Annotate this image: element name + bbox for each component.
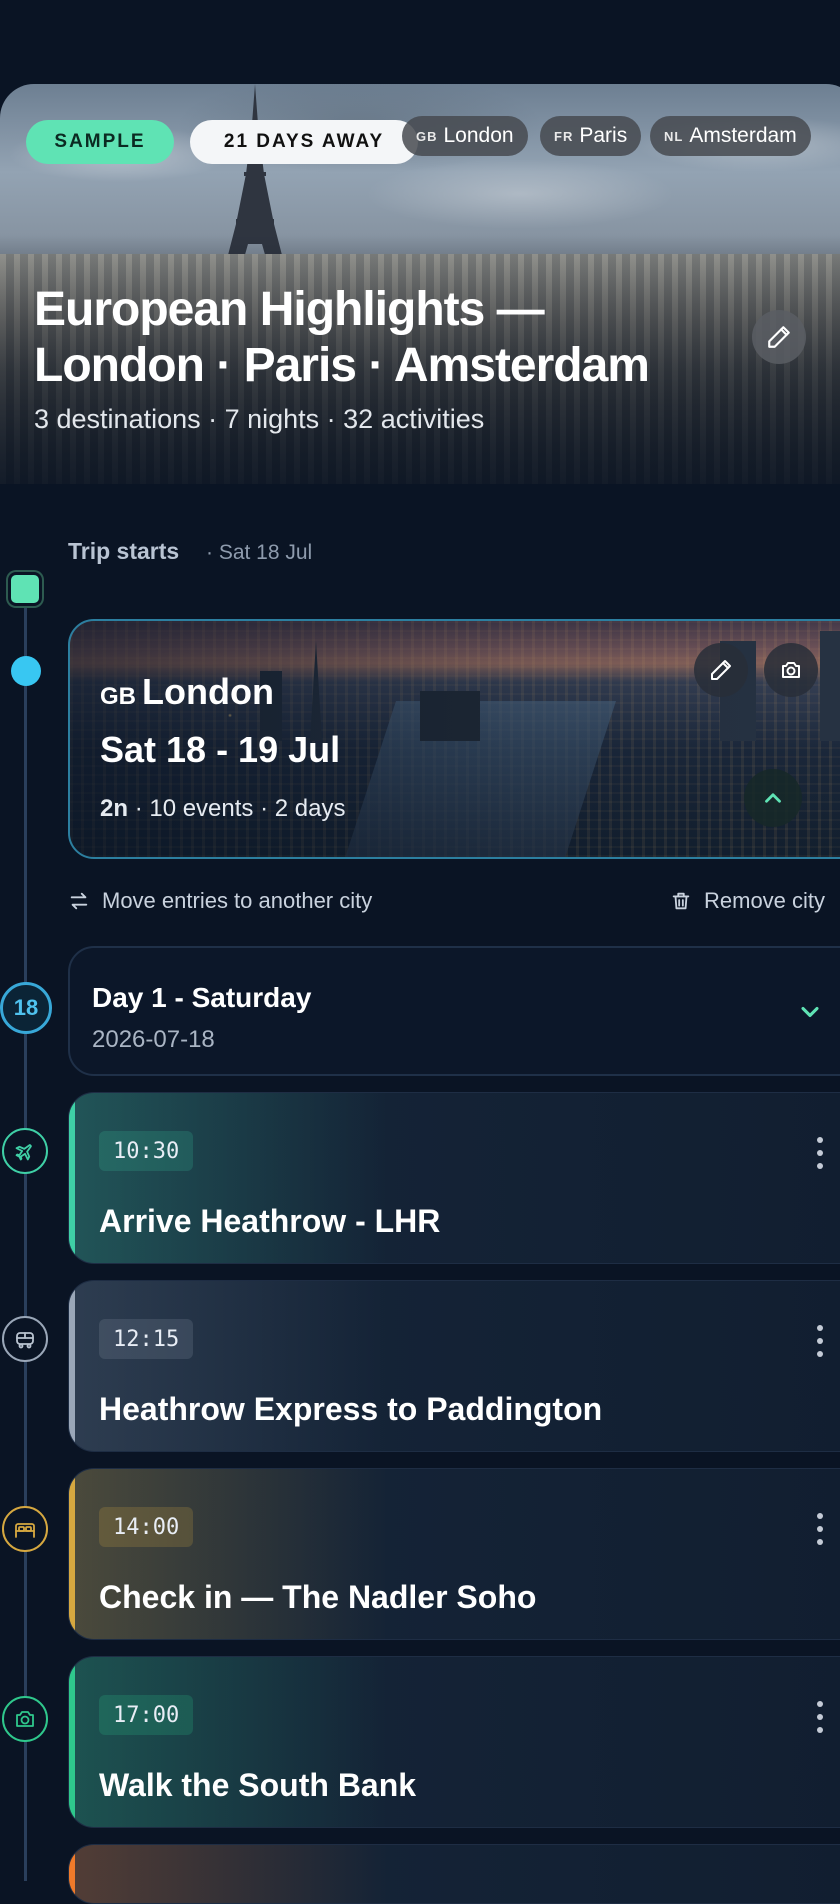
more-options-icon[interactable] [815,1137,825,1169]
trip-title-line-2: London · Paris · Amsterdam [34,339,650,392]
event-card[interactable]: 17:00 Walk the South Bank [68,1656,840,1828]
city-chip-label: Paris [579,124,628,147]
city-card-dates: Sat 18 - 19 Jul [100,729,341,770]
city-chip-label: Amsterdam [689,124,797,147]
day-header[interactable]: Day 1 - Saturday 2026-07-18 [68,946,840,1076]
event-card[interactable]: 10:30 Arrive Heathrow - LHR [68,1092,840,1264]
timeline-line [24,580,27,1881]
trip-starts-label: Trip starts [68,538,180,564]
change-photo-button[interactable] [764,643,818,697]
event-card[interactable]: 12:15 Heathrow Express to Paddington [68,1280,840,1452]
city-card-title: GB London [100,671,274,713]
event-time: 10:30 [99,1131,194,1171]
event-accent-bar [69,1657,75,1827]
pencil-icon [711,660,731,680]
nights-count: 2n [100,795,129,822]
event-accent-bar [69,1845,75,1903]
collapse-city-button[interactable] [744,769,802,827]
country-code: NL [664,128,684,144]
bed-icon [2,1506,48,1552]
trip-title: European Highlights — London · Paris · A… [34,282,754,394]
sample-badge: SAMPLE [26,120,174,164]
event-card-partial[interactable] [68,1844,840,1904]
city-marker-dot [11,656,41,686]
event-time: 17:00 [99,1695,194,1735]
chevron-down-icon [801,1006,819,1018]
remove-city-label: Remove city [704,888,826,913]
country-code: FR [554,128,574,144]
more-options-icon[interactable] [815,1513,825,1545]
event-title: Heathrow Express to Paddington [99,1391,603,1427]
event-accent-bar [69,1469,75,1639]
country-code: GB [416,128,438,144]
plane-icon [2,1128,48,1174]
pencil-icon [768,326,790,348]
edit-city-button[interactable] [694,643,748,697]
swap-arrows-icon [70,892,88,910]
city-card-meta: 2n · 10 events · 2 days [100,795,345,823]
train-icon [2,1316,48,1362]
day-date: 2026-07-18 [92,1026,215,1053]
day-number-badge: 18 [0,982,52,1034]
day-title: Day 1 - Saturday [92,982,312,1013]
trip-start-marker [8,572,42,606]
country-code: GB [100,683,136,710]
event-title: Walk the South Bank [99,1767,417,1803]
city-chip-paris[interactable]: FR Paris [540,116,642,156]
city-card-meta-rest: · 10 events · 2 days [134,795,346,822]
city-name: London [142,671,274,712]
trip-summary: 3 destinations · 7 nights · 32 activitie… [34,404,485,434]
camera-icon [782,662,800,678]
trash-icon [672,892,690,910]
more-options-icon[interactable] [815,1701,825,1733]
city-chip-london[interactable]: GB London [402,116,528,156]
city-chip-label: London [443,124,514,147]
event-accent-bar [69,1093,75,1263]
event-accent-bar [69,1281,75,1451]
edit-trip-button[interactable] [752,310,806,364]
event-time: 12:15 [99,1319,194,1359]
more-options-icon[interactable] [815,1325,825,1357]
event-title: Check in — The Nadler Soho [99,1579,537,1615]
trip-starts-date: · Sat 18 Jul [206,541,313,564]
trip-title-line-1: European Highlights — [34,283,545,336]
move-entries-button[interactable]: Move entries to another city [68,888,372,914]
event-time: 14:00 [99,1507,194,1547]
event-title: Arrive Heathrow - LHR [99,1203,441,1239]
move-entries-label: Move entries to another city [102,888,373,913]
event-card[interactable]: 14:00 Check in — The Nadler Soho [68,1468,840,1640]
camera-icon [2,1696,48,1742]
city-card-london[interactable]: GB London Sat 18 - 19 Jul 2n · 10 events … [68,619,840,859]
chevron-up-icon [765,793,781,803]
city-chip-amsterdam[interactable]: NL Amsterdam [650,116,811,156]
remove-city-button[interactable]: Remove city [670,888,825,914]
days-away-badge: 21 DAYS AWAY [190,120,418,164]
